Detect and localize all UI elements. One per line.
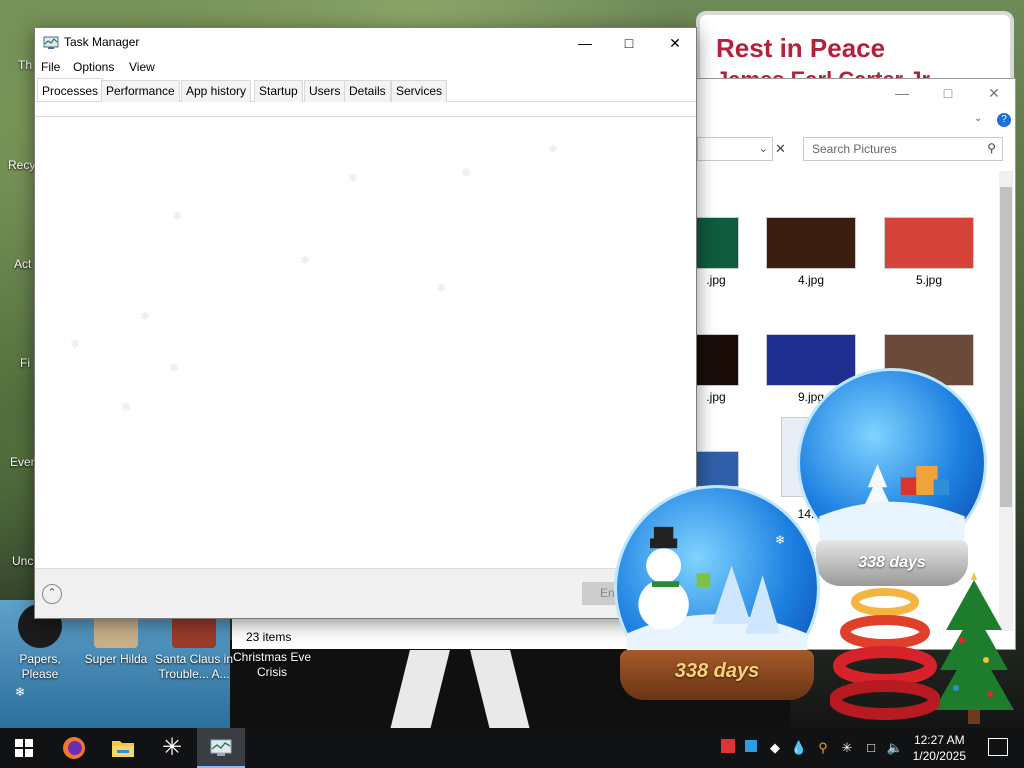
christmas-tree-icon (934, 572, 1014, 724)
firefox-icon (63, 737, 85, 759)
maximize-icon[interactable]: □ (933, 83, 963, 103)
desktop-icon-label[interactable]: Fi (20, 356, 30, 370)
fewer-details-icon[interactable]: ⌃ (42, 584, 62, 604)
task-manager-footer: ⌃ End task (35, 568, 696, 618)
snowflake-icon: ❄ (348, 171, 359, 185)
snowflake-icon: ❄ (121, 400, 132, 414)
search-placeholder: Search Pictures (812, 142, 897, 156)
snowflake-icon: ❄ (775, 533, 786, 547)
chevron-down-icon[interactable]: ⌄ (974, 113, 982, 124)
tray-app-icon[interactable]: ◆ (766, 739, 784, 757)
thumbnail-label[interactable]: 4.jpg (766, 273, 856, 287)
task-manager-taskbar-button[interactable] (197, 728, 245, 768)
task-manager-window[interactable]: Task Manager — □ ✕ File Options View Pro… (34, 27, 697, 619)
image-thumbnail[interactable] (884, 217, 974, 269)
clock-date: 1/20/2025 (912, 749, 966, 763)
thumbnail-image (692, 218, 738, 268)
folder-icon (112, 741, 134, 757)
tab-processes[interactable]: Processes (37, 78, 104, 101)
snowflake-app-taskbar-button[interactable]: ✳ (148, 728, 196, 768)
start-button[interactable] (0, 728, 48, 768)
desktop-icon-label: Papers, Please (19, 652, 61, 681)
image-thumbnail[interactable] (691, 217, 739, 269)
snowflake-icon: ❄ (140, 309, 151, 323)
windows-logo-icon (15, 739, 33, 757)
snowflake-icon: ❄ (461, 166, 472, 180)
desktop-icon-label[interactable]: Th (18, 58, 32, 72)
menu-options[interactable]: Options (73, 60, 114, 74)
snowflake-icon: ❄ (169, 361, 180, 375)
taskbar: ✳ ◆ 💧 ⚲ ✳ □ 🔈 12:27 AM 1/20/2025 (0, 728, 1024, 768)
snowflake-icon: ❄ (548, 142, 559, 156)
volume-icon[interactable]: 🔈 (886, 739, 904, 757)
image-thumbnail[interactable] (691, 451, 739, 487)
desktop-icon-label[interactable]: Unc (12, 554, 33, 568)
tab-startup[interactable]: Startup (254, 80, 303, 102)
christmas-tree-icon (819, 463, 965, 555)
snowflake-icon: ❄ (172, 209, 183, 223)
task-manager-icon (210, 739, 232, 756)
close-icon[interactable]: ✕ (652, 28, 698, 58)
tray-app-icon[interactable] (742, 739, 760, 757)
snow-globe-base: 338 days (620, 650, 814, 700)
tray-search-icon[interactable]: ⚲ (814, 739, 832, 757)
tab-app-history[interactable]: App history (181, 80, 252, 102)
maximize-icon[interactable]: □ (606, 28, 652, 58)
clear-icon[interactable]: ✕ (775, 141, 786, 157)
desktop-icon-label: Super Hilda (84, 652, 148, 666)
tab-strip: Processes Performance App history Startu… (35, 78, 696, 102)
image-thumbnail[interactable] (691, 334, 739, 386)
clock[interactable]: 12:27 AM 1/20/2025 (913, 732, 966, 764)
search-icon: ⚲ (987, 141, 996, 155)
file-explorer-taskbar-button[interactable] (99, 728, 147, 768)
snowflake-icon: ❄ (70, 337, 81, 351)
help-icon[interactable]: ? (997, 113, 1011, 127)
tray-app-icon[interactable] (719, 739, 737, 757)
billboard-title: Rest in Peace (716, 33, 886, 63)
minimize-icon[interactable]: — (887, 83, 917, 103)
task-manager-titlebar[interactable]: Task Manager — □ ✕ (35, 28, 696, 58)
desktop-icon-label[interactable]: Act (14, 257, 31, 271)
days-counter: 338 days (674, 660, 760, 682)
desktop-icon-label: Santa Claus in Trouble... A... (154, 652, 234, 681)
chevron-down-icon[interactable]: ⌄ (759, 142, 768, 155)
explorer-scroll-thumb[interactable] (1000, 187, 1012, 507)
desktop-icon-label: Christmas Eve Crisis (232, 650, 312, 679)
desktop-icon-christmas-eve-crisis[interactable]: Christmas Eve Crisis (232, 650, 312, 680)
window-title: Task Manager (64, 35, 140, 49)
snowflake-icon: ❄ (436, 281, 447, 295)
desktop-icon-label[interactable]: Recy (8, 158, 35, 172)
action-center-icon[interactable] (988, 738, 1008, 756)
tab-performance[interactable]: Performance (101, 80, 180, 102)
desktop-icon-label[interactable]: Ever (10, 455, 35, 469)
address-bar[interactable]: ⌄ (697, 137, 773, 161)
task-manager-icon (43, 36, 59, 49)
search-input[interactable]: Search Pictures ⚲ (803, 137, 1003, 161)
menu-bar: File Options View (35, 58, 696, 78)
tray-drop-icon[interactable]: 💧 (790, 739, 808, 757)
network-icon[interactable]: □ (862, 739, 880, 757)
snowflake-icon: ❄ (15, 685, 26, 699)
menu-view[interactable]: View (129, 60, 155, 74)
menu-file[interactable]: File (41, 60, 60, 74)
tab-details[interactable]: Details (344, 80, 391, 102)
explorer-titlebar[interactable]: — □ ✕ (691, 79, 1015, 107)
firefox-taskbar-button[interactable] (50, 728, 98, 768)
tray-asterisk-icon[interactable]: ✳ (838, 739, 856, 757)
snow-globe-sphere (797, 368, 987, 558)
snowflake-icon: ❄ (300, 253, 311, 267)
tab-users[interactable]: Users (304, 80, 346, 102)
ribbon-decoration-icon (830, 588, 940, 720)
image-thumbnail[interactable] (766, 217, 856, 269)
process-list[interactable] (35, 116, 696, 568)
thumbnail-label[interactable]: 5.jpg (884, 273, 974, 287)
item-count: 23 items (246, 630, 292, 644)
tab-services[interactable]: Services (391, 80, 448, 102)
clock-time: 12:27 AM (913, 733, 965, 747)
minimize-icon[interactable]: — (562, 28, 608, 58)
close-icon[interactable]: ✕ (979, 83, 1009, 103)
asterisk-icon: ✳ (161, 734, 183, 761)
